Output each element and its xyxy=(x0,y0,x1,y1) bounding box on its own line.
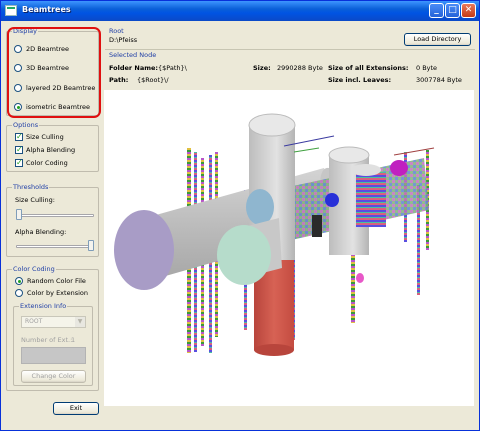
radio-label: layered 2D Beamtree xyxy=(26,84,96,92)
size-incl-leaves-value: 3007784 Byte xyxy=(416,76,462,84)
folder-name-label: Folder Name: xyxy=(109,64,159,72)
num-ext-label: Number of Ext.: xyxy=(21,336,73,344)
options-group-label: Options xyxy=(12,121,40,129)
color-swatch xyxy=(21,347,86,364)
main-window: Beamtrees _ □ ✕ Display 2D Beamtree 3D B… xyxy=(0,0,480,431)
checkbox-color-coding[interactable]: Color Coding xyxy=(15,158,68,168)
divider xyxy=(105,49,475,50)
radio-color-by-extension[interactable]: Color by Extension xyxy=(15,288,88,298)
checkbox-indicator[interactable] xyxy=(15,158,23,167)
size-culling-slider-track[interactable] xyxy=(16,214,94,217)
thresholds-group: Thresholds Size Culling: Alpha Blending: xyxy=(6,183,99,257)
alpha-blending-slider-thumb[interactable] xyxy=(88,240,94,251)
exit-button[interactable]: Exit xyxy=(53,402,99,415)
checkbox-label: Alpha Blending xyxy=(26,146,76,154)
display-group: Display 2D Beamtree 3D Beamtree layered … xyxy=(6,27,99,116)
selected-node-label: Selected Node xyxy=(109,51,157,59)
beamtree-render[interactable] xyxy=(104,90,474,406)
size-culling-slider-thumb[interactable] xyxy=(16,209,22,220)
radio-random-color-file[interactable]: Random Color File xyxy=(15,276,86,286)
folder-name-value: {$Path}\ xyxy=(158,64,187,72)
load-directory-button[interactable]: Load Directory xyxy=(404,33,471,46)
size-value: 2990288 Byte xyxy=(277,64,323,72)
path-label: Path: xyxy=(109,76,129,84)
extension-info-group: Extension Info ROOT ▼ Number of Ext.: 1 C… xyxy=(13,302,93,386)
checkbox-label: Color Coding xyxy=(26,159,68,167)
size-label: Size: xyxy=(253,64,271,72)
display-group-label: Display xyxy=(12,27,38,35)
size-culling-label: Size Culling: xyxy=(15,196,55,204)
radio-indicator[interactable] xyxy=(14,64,22,72)
path-value: {$Root}\/ xyxy=(137,76,169,84)
minimize-button[interactable]: _ xyxy=(429,3,444,18)
size-all-ext-value: 0 Byte xyxy=(416,64,438,72)
num-ext-value: 1 xyxy=(71,336,76,344)
alpha-blending-slider-track[interactable] xyxy=(16,245,94,248)
extension-combo-value: ROOT xyxy=(25,318,43,325)
window-title: Beamtrees xyxy=(22,5,71,14)
title-bar[interactable]: Beamtrees _ □ ✕ xyxy=(1,1,479,21)
chevron-down-icon[interactable]: ▼ xyxy=(75,317,85,327)
color-coding-group-label: Color Coding xyxy=(12,265,56,273)
checkbox-indicator[interactable] xyxy=(15,132,23,141)
checkbox-label: Size Culling xyxy=(26,133,64,141)
maximize-button[interactable]: □ xyxy=(445,3,460,18)
size-all-ext-label: Size of all Extensions: xyxy=(328,64,409,72)
extension-info-label: Extension Info xyxy=(19,302,68,310)
radio-indicator[interactable] xyxy=(14,84,22,92)
alpha-blending-label: Alpha Blending: xyxy=(15,228,67,236)
radio-3d-beamtree[interactable]: 3D Beamtree xyxy=(14,63,69,73)
radio-indicator[interactable] xyxy=(14,103,22,111)
extension-combo[interactable]: ROOT ▼ xyxy=(21,316,86,328)
app-icon xyxy=(5,5,17,16)
options-group: Options Size Culling Alpha Blending Colo… xyxy=(6,121,99,172)
change-color-button[interactable]: Change Color xyxy=(21,370,86,383)
radio-label: isometric Beamtree xyxy=(26,103,91,111)
root-label: Root xyxy=(109,27,124,35)
checkbox-alpha-blending[interactable]: Alpha Blending xyxy=(15,145,75,155)
size-incl-leaves-label: Size incl. Leaves: xyxy=(328,76,392,84)
beamtree-3d-view[interactable] xyxy=(104,90,474,406)
radio-2d-beamtree[interactable]: 2D Beamtree xyxy=(14,44,69,54)
radio-label: Color by Extension xyxy=(27,289,88,297)
checkbox-size-culling[interactable]: Size Culling xyxy=(15,132,64,142)
thresholds-group-label: Thresholds xyxy=(12,183,50,191)
close-button[interactable]: ✕ xyxy=(461,3,476,18)
checkbox-indicator[interactable] xyxy=(15,145,23,154)
radio-label: Random Color File xyxy=(27,277,86,285)
root-path: D:\Pfeiss xyxy=(109,36,138,44)
radio-layered-2d-beamtree[interactable]: layered 2D Beamtree xyxy=(14,83,95,93)
radio-indicator[interactable] xyxy=(15,277,23,285)
radio-indicator[interactable] xyxy=(14,45,22,53)
color-coding-group: Color Coding Random Color File Color by … xyxy=(6,265,99,391)
radio-label: 2D Beamtree xyxy=(26,45,70,53)
radio-isometric-beamtree[interactable]: isometric Beamtree xyxy=(14,102,90,112)
radio-label: 3D Beamtree xyxy=(26,64,70,72)
radio-indicator[interactable] xyxy=(15,289,23,297)
